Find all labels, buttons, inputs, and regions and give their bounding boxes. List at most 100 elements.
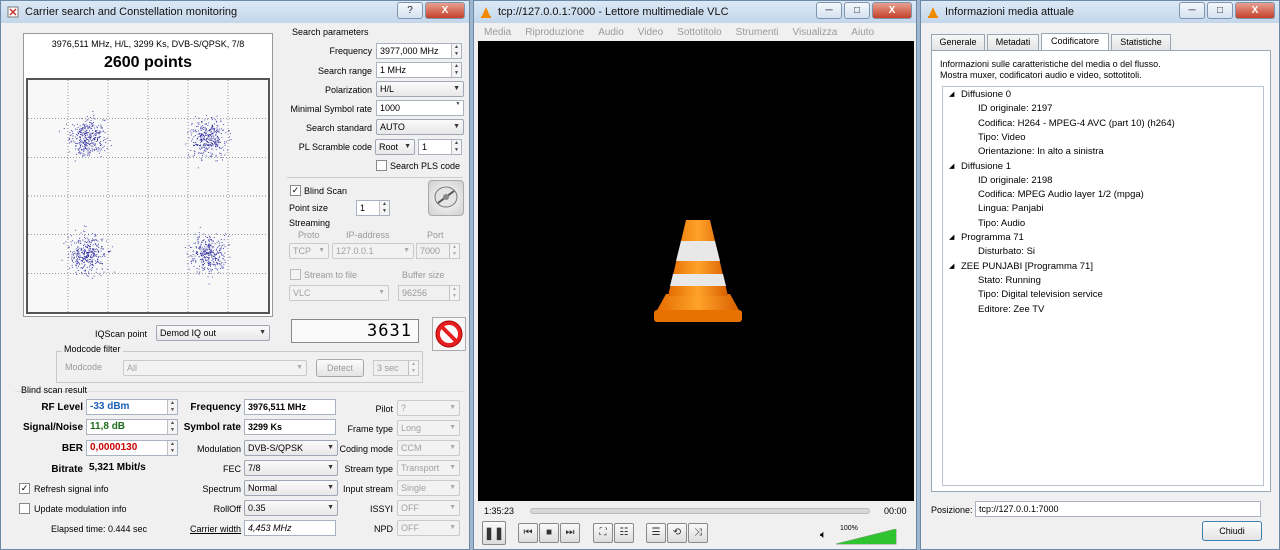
iqscan-label: IQScan point: [94, 329, 147, 339]
maximize-button[interactable]: □: [844, 2, 870, 19]
video-area[interactable]: [478, 41, 914, 501]
time-elapsed: 1:35:23: [484, 506, 515, 516]
buffer-size-input[interactable]: 96256 ▲ ▼: [398, 285, 460, 301]
menu-item-riproduzione[interactable]: Riproduzione: [525, 27, 584, 38]
search-pls-label: Search PLS code: [390, 161, 461, 171]
iqscan-select[interactable]: Demod IQ out ▼: [156, 325, 270, 341]
pilot-select[interactable]: ? ▼: [397, 400, 460, 416]
tree-group-label[interactable]: ZEE PUNJABI [Programma 71]: [961, 261, 1093, 272]
pl-scramble-mode-select[interactable]: Root ▼: [375, 139, 415, 155]
fullscreen-button[interactable]: ⛶: [593, 523, 613, 543]
symbol-rate-label: Symbol rate: [183, 422, 241, 433]
proto-select[interactable]: TCP ▼: [289, 243, 329, 259]
refresh-signal-checkbox[interactable]: ✓: [19, 483, 30, 494]
point-size-input[interactable]: 1 ▲ ▼: [356, 200, 390, 216]
stop-button[interactable]: ■: [539, 523, 559, 543]
tree-expand-arrow[interactable]: ◢: [949, 233, 954, 241]
info-maximize-button[interactable]: □: [1207, 2, 1233, 19]
extended-settings-button[interactable]: ☷: [614, 523, 634, 543]
previous-button[interactable]: ⏮: [518, 523, 538, 543]
modcode-select[interactable]: All ▼: [123, 360, 307, 376]
carrier-search-window: Carrier search and Constellation monitor…: [0, 0, 470, 550]
tab-codificatore[interactable]: Codificatore: [1041, 33, 1109, 50]
menu-item-video[interactable]: Video: [638, 27, 663, 38]
stream-type-select[interactable]: Transport ▼: [397, 460, 460, 476]
search-range-input[interactable]: 1 MHz ▲ ▼: [376, 62, 462, 78]
point-size-label: Point size: [289, 203, 329, 213]
player-select[interactable]: VLC ▼: [289, 285, 389, 301]
ber-value: 0,0000130 ▲ ▼: [86, 440, 178, 456]
menu-item-sottotitolo[interactable]: Sottotitolo: [677, 27, 721, 38]
pl-scramble-value-input[interactable]: 1 ▲ ▼: [418, 139, 462, 155]
min-symbol-rate-input[interactable]: 1000 ▼: [376, 100, 464, 116]
info-minimize-button[interactable]: ─: [1179, 2, 1205, 19]
rolloff-select[interactable]: 0.35 ▼: [244, 500, 338, 516]
tree-group-label[interactable]: Programma 71: [961, 232, 1024, 243]
divider: [287, 177, 463, 178]
vlc-title: tcp://127.0.0.1:7000 - Lettore multimedi…: [498, 6, 729, 18]
vlc-title-bar: tcp://127.0.0.1:7000 - Lettore multimedi…: [474, 1, 916, 23]
minimize-button[interactable]: ─: [816, 2, 842, 19]
bitrate-label: Bitrate: [51, 464, 83, 475]
polarization-select[interactable]: H/L ▼: [376, 81, 464, 97]
tree-group-label[interactable]: Diffusione 1: [961, 161, 1011, 172]
position-input[interactable]: tcp://127.0.0.1:7000: [975, 501, 1261, 517]
vlc-small-icon: [927, 6, 939, 18]
tab-metadati[interactable]: Metadati: [987, 34, 1039, 50]
playlist-button[interactable]: ☰: [646, 523, 666, 543]
tree-expand-arrow[interactable]: ◢: [949, 162, 954, 170]
ip-address-select[interactable]: 127.0.0.1 ▼: [332, 243, 414, 259]
tab-statistiche[interactable]: Statistiche: [1111, 34, 1171, 50]
search-params-heading: Search parameters: [292, 27, 369, 37]
spectrum-select[interactable]: Normal ▼: [244, 480, 338, 496]
modulation-select[interactable]: DVB-S/QPSK ▼: [244, 440, 338, 456]
blind-scan-label: Blind Scan: [304, 186, 348, 196]
detect-button[interactable]: Detect: [316, 359, 364, 377]
min-symbol-rate-label: Minimal Symbol rate: [290, 104, 372, 114]
menu-item-visualizza[interactable]: Visualizza: [792, 27, 837, 38]
blind-scan-checkbox[interactable]: ✓: [290, 185, 301, 196]
help-button[interactable]: ?: [397, 2, 423, 19]
vlc-menu-bar: Media Riproduzione Audio Video Sottotitolo St…: [474, 23, 916, 40]
tree-expand-arrow[interactable]: ◢: [949, 90, 954, 98]
fec-select[interactable]: 7/8 ▼: [244, 460, 338, 476]
pause-button[interactable]: ❚❚: [482, 521, 506, 545]
volume-slider[interactable]: [836, 529, 898, 545]
menu-item-aiuto[interactable]: Aiuto: [851, 27, 874, 38]
tab-generale[interactable]: Generale: [931, 34, 985, 50]
search-standard-select[interactable]: AUTO ▼: [376, 119, 464, 135]
port-input[interactable]: 7000 ▲ ▼: [416, 243, 460, 259]
seek-bar[interactable]: [530, 508, 870, 514]
satellite-dish-icon[interactable]: [428, 180, 464, 216]
time-total: 00:00: [884, 506, 907, 516]
tree-item: Disturbato: Si: [978, 246, 1036, 258]
close-button[interactable]: X: [425, 2, 465, 19]
coding-mode-select[interactable]: CCM ▼: [397, 440, 460, 456]
menu-item-strumenti[interactable]: Strumenti: [736, 27, 779, 38]
speaker-icon[interactable]: 🔈︎: [820, 529, 827, 542]
proto-header: Proto: [298, 230, 320, 240]
frame-type-select[interactable]: Long ▼: [397, 420, 460, 436]
update-modulation-checkbox[interactable]: [19, 503, 30, 514]
menu-item-media[interactable]: Media: [484, 27, 511, 38]
loop-button[interactable]: ⟲: [667, 523, 687, 543]
info-close-button[interactable]: X: [1235, 2, 1275, 19]
frequency-input[interactable]: 3977,000 MHz ▲ ▼: [376, 43, 462, 59]
next-button[interactable]: ⏭: [560, 523, 580, 543]
carrier-width-label: Carrier width: [189, 524, 241, 534]
stop-icon[interactable]: [432, 317, 466, 351]
search-range-label: Search range: [317, 66, 372, 76]
stream-to-file-checkbox[interactable]: [290, 269, 301, 280]
chiudi-button[interactable]: Chiudi: [1202, 521, 1262, 541]
input-stream-select[interactable]: Single ▼: [397, 480, 460, 496]
menu-item-audio[interactable]: Audio: [598, 27, 624, 38]
tree-group-label[interactable]: Diffusione 0: [961, 89, 1011, 100]
issyi-select[interactable]: OFF ▼: [397, 500, 460, 516]
interval-input[interactable]: 3 sec ▲ ▼: [373, 360, 419, 376]
tree-expand-arrow[interactable]: ◢: [949, 262, 954, 270]
shuffle-button[interactable]: ⤨: [688, 523, 708, 543]
vlc-close-button[interactable]: X: [872, 2, 912, 19]
tree-item: ID originale: 2197: [978, 103, 1053, 115]
search-pls-checkbox[interactable]: [376, 160, 387, 171]
npd-select[interactable]: OFF ▼: [397, 520, 460, 536]
